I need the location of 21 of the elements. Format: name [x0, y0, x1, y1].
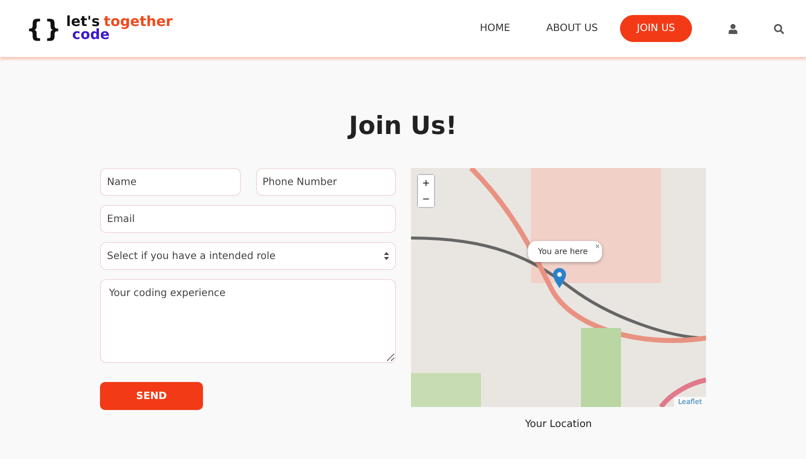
logo-text: together [104, 16, 173, 28]
location-pin-icon [553, 268, 566, 288]
logo-text: code [72, 28, 110, 42]
page-title: Join Us! [348, 111, 458, 140]
logo-brace: {} [26, 14, 62, 42]
search-icon[interactable] [774, 24, 784, 34]
close-button[interactable]: × [595, 242, 600, 251]
role-select[interactable]: Select if you have a intended role [100, 242, 396, 270]
name-field[interactable]: Name [100, 168, 240, 196]
popup-text: You are here [538, 247, 588, 256]
experience-field[interactable]: Your coding experience [100, 279, 396, 363]
email-field[interactable]: Email [100, 205, 396, 233]
map-caption: Your Location [525, 419, 592, 430]
nav-link[interactable]: HOME [466, 15, 524, 42]
nav-link[interactable]: ABOUT US [532, 15, 612, 42]
join-button[interactable]: JOIN US [620, 15, 692, 42]
user-icon[interactable] [728, 24, 738, 34]
logo-text: let's [66, 16, 100, 28]
send-button[interactable]: SEND [100, 382, 203, 410]
sort-arrows-icon [384, 252, 389, 260]
phone-field[interactable]: Phone Number [256, 168, 396, 196]
